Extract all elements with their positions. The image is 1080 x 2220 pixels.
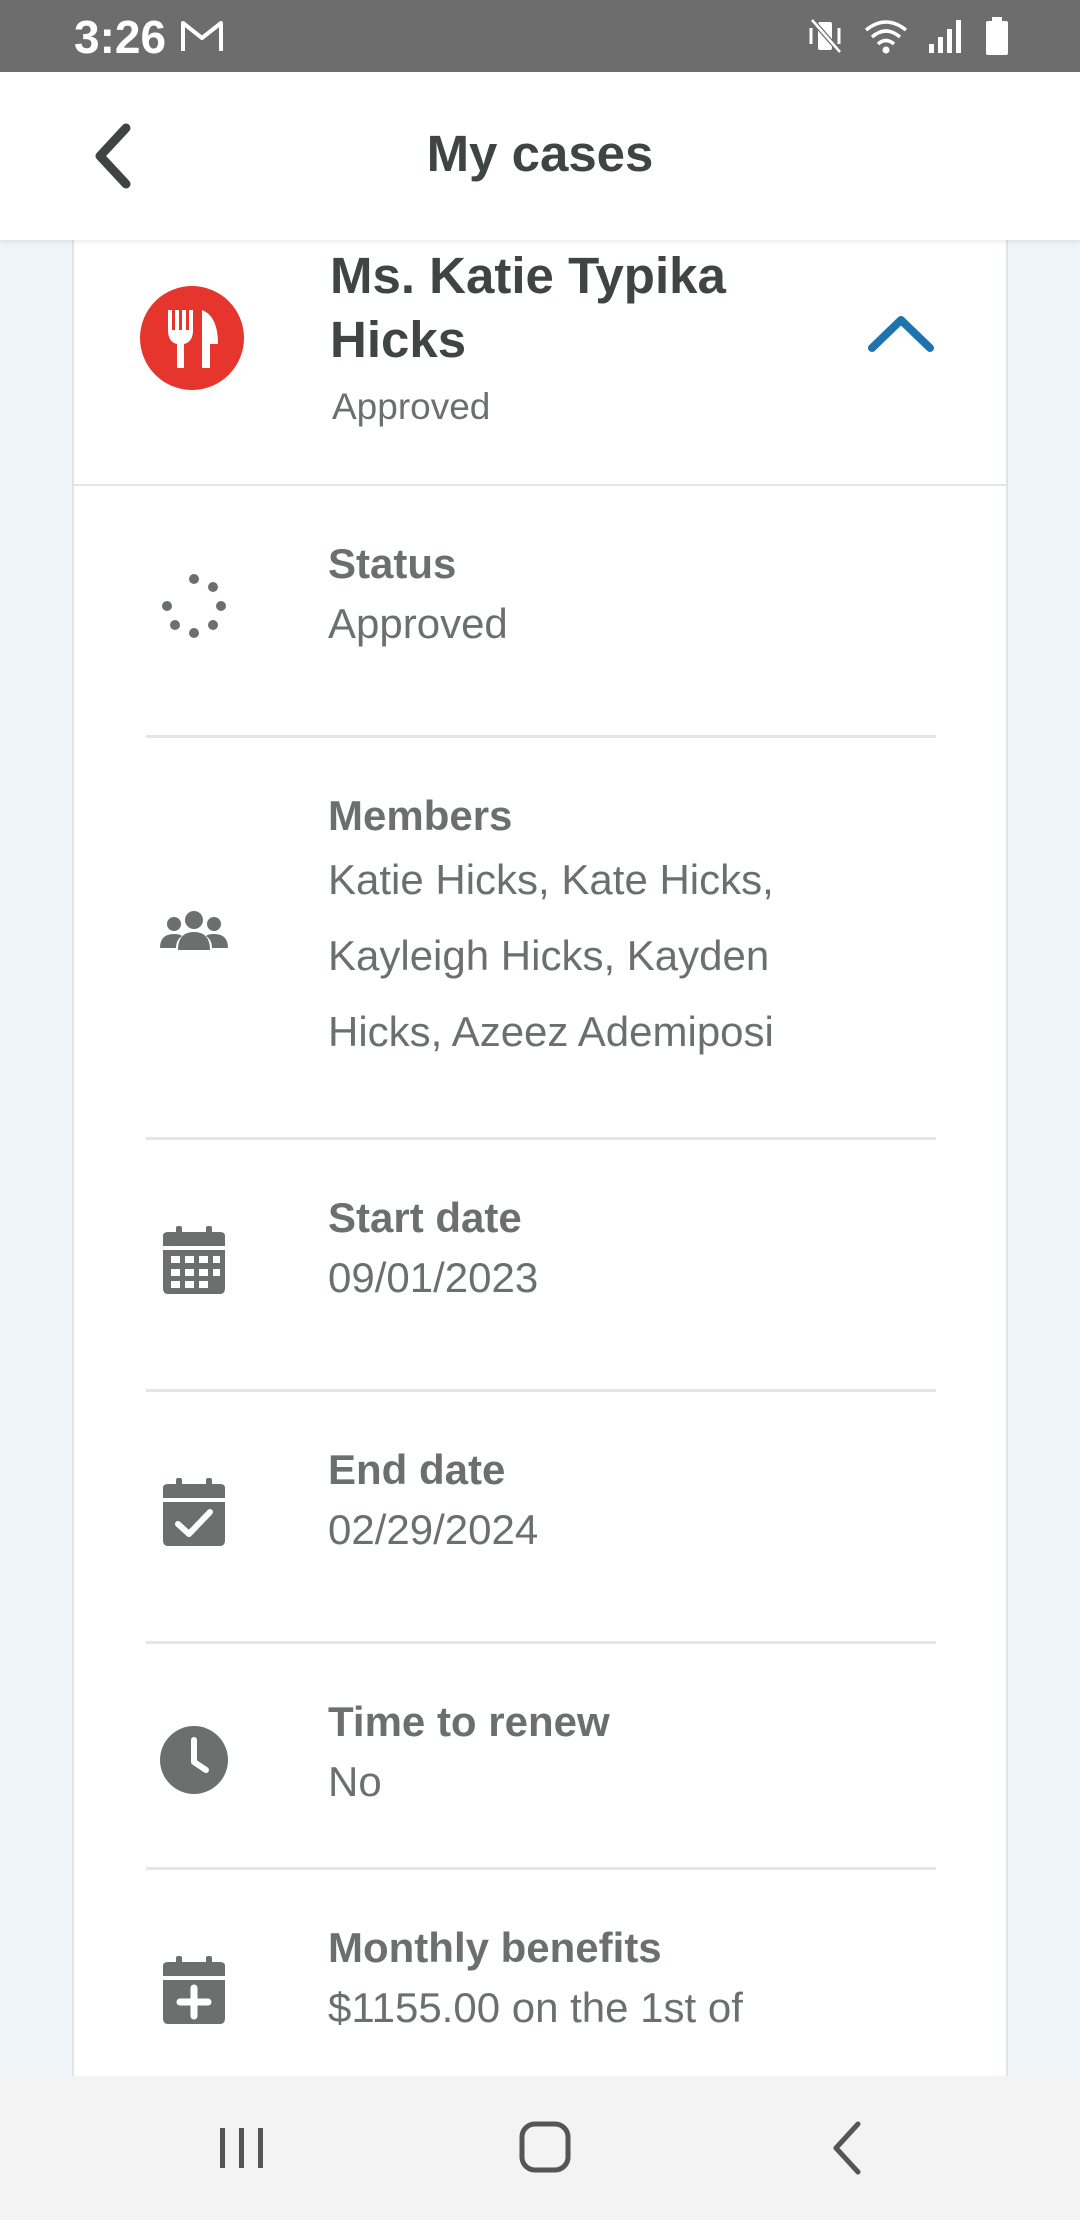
calendar-icon — [163, 1226, 225, 1294]
status-bar: 3:26 — [0, 0, 1080, 72]
detail-value: $1155.00 on the 1st of — [328, 1984, 743, 2031]
detail-row-members: Members Katie Hicks, Kate Hicks, Kayleig… — [146, 738, 936, 1140]
clock-icon — [160, 1726, 228, 1794]
back-icon[interactable] — [808, 2116, 888, 2180]
recent-apps-icon[interactable] — [202, 2116, 282, 2180]
spinner-dots-icon — [162, 574, 226, 638]
calendar-check-icon — [163, 1478, 225, 1546]
detail-value: 09/01/2023 — [328, 1254, 539, 1301]
detail-label: End date — [328, 1446, 506, 1493]
app-bar: My cases — [0, 72, 1080, 240]
detail-row-start-date: Start date 09/01/2023 — [146, 1140, 936, 1392]
case-header[interactable]: Ms. Katie Typika Hicks Approved — [74, 240, 1006, 486]
home-icon[interactable] — [504, 2116, 584, 2180]
detail-label: Time to renew — [328, 1698, 610, 1745]
case-avatar — [140, 286, 244, 390]
signal-icon — [929, 20, 961, 53]
group-icon — [160, 911, 228, 950]
detail-label: Status — [328, 540, 457, 587]
detail-value: Approved — [328, 600, 508, 647]
system-nav-bar — [0, 2076, 1080, 2220]
detail-row-end-date: End date 02/29/2024 — [146, 1392, 936, 1644]
status-icons — [806, 16, 1010, 56]
battery-icon — [986, 17, 1008, 55]
wifi-icon — [864, 20, 908, 54]
detail-label: Monthly benefits — [328, 1924, 662, 1971]
case-name: Ms. Katie Typika Hicks — [330, 247, 726, 368]
status-time: 3:26 — [74, 11, 167, 63]
detail-value: Katie Hicks, Kate Hicks, Kayleigh Hicks,… — [328, 856, 774, 1055]
detail-row-time-to-renew: Time to renew No — [146, 1644, 936, 1870]
detail-row-status: Status Approved — [146, 486, 936, 738]
detail-label: Start date — [328, 1194, 522, 1241]
case-card: Ms. Katie Typika Hicks Approved Status A… — [72, 240, 1008, 2076]
detail-label: Members — [328, 792, 513, 839]
detail-value: 02/29/2024 — [328, 1506, 539, 1553]
detail-value: No — [328, 1758, 382, 1805]
gmail-icon — [181, 21, 223, 51]
vibrate-off-icon — [809, 18, 842, 54]
page-title: My cases — [426, 125, 654, 182]
detail-row-monthly-benefits: Monthly benefits $1155.00 on the 1st of — [146, 1870, 936, 2076]
case-status: Approved — [332, 386, 491, 427]
calendar-plus-icon — [163, 1956, 225, 2024]
fork-knife-icon — [168, 310, 218, 368]
chevron-up-icon[interactable] — [866, 310, 936, 358]
